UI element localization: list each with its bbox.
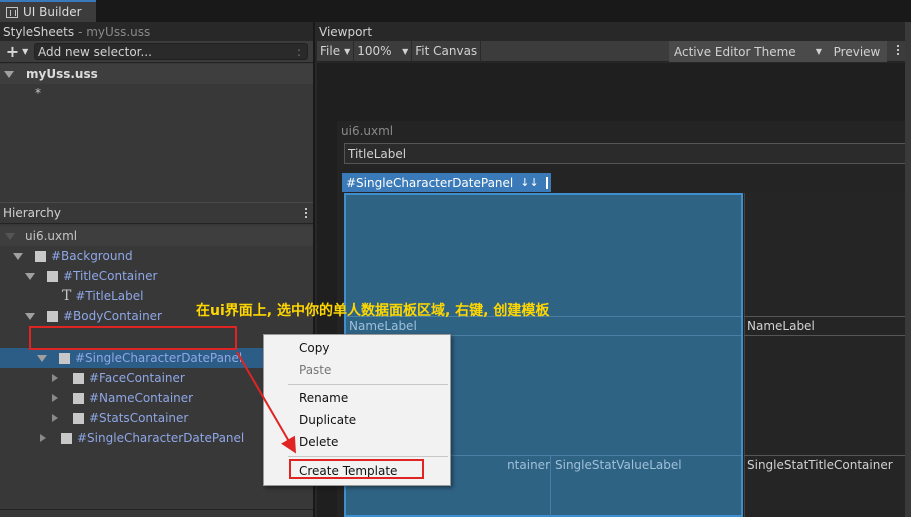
stylesheet-file-name: myUss.uss bbox=[26, 67, 98, 81]
tree-item-label: #BodyContainer bbox=[63, 309, 162, 323]
stat-value-cell[interactable]: SingleStatValueLabel bbox=[552, 456, 741, 517]
tree-item-label: #SingleCharacterDatePanel bbox=[77, 431, 245, 445]
hierarchy-root[interactable]: ui6.uxml bbox=[0, 226, 313, 246]
chevron-down-icon: ▼ bbox=[344, 46, 351, 56]
collapse-arrow-icon[interactable] bbox=[52, 414, 58, 422]
tree-item-label: #TitleLabel bbox=[75, 289, 144, 303]
visual-element-icon bbox=[47, 270, 58, 282]
viewport-header: Viewport bbox=[317, 22, 911, 41]
selected-element-tag[interactable]: #SingleCharacterDatePanel ↓↓ bbox=[342, 173, 551, 192]
text-element-icon: T bbox=[62, 288, 72, 304]
stylesheets-title: StyleSheets bbox=[3, 24, 75, 39]
expand-arrow-icon[interactable] bbox=[25, 312, 35, 320]
chevron-down-icon: ▼ bbox=[22, 47, 29, 56]
menu-item-paste: Paste bbox=[299, 363, 332, 377]
collapse-arrow-icon[interactable] bbox=[52, 394, 58, 402]
file-menu-button[interactable]: File ▼ bbox=[317, 40, 355, 62]
stat-value-label: SingleStatValueLabel bbox=[555, 458, 682, 472]
stat-title-container-cell-2[interactable]: SingleStatTitleContainer bbox=[744, 455, 911, 517]
add-selector-placeholder: Add new selector... bbox=[38, 44, 152, 59]
stat-container-label: ntainer bbox=[507, 458, 550, 472]
name-label-text: NameLabel bbox=[747, 319, 815, 333]
align-icon[interactable] bbox=[545, 176, 548, 189]
menu-item-copy[interactable]: Copy bbox=[299, 341, 329, 355]
zoom-label: 100% bbox=[357, 44, 392, 58]
expand-arrow-icon[interactable] bbox=[4, 70, 14, 78]
editor-tab-bar: UI Builder bbox=[0, 0, 911, 22]
chevron-down-icon: ▼ bbox=[815, 47, 822, 56]
hierarchy-menu-icon[interactable] bbox=[299, 208, 313, 218]
viewport-toolbar: File ▼ 100% ▼ Fit Canvas Active Editor The… bbox=[317, 40, 911, 62]
selected-element-name: #SingleCharacterDatePanel bbox=[346, 175, 514, 190]
add-selector-input[interactable]: Add new selector... : bbox=[34, 43, 308, 60]
menu-separator bbox=[288, 384, 448, 385]
collapse-arrow-icon[interactable] bbox=[40, 434, 46, 442]
stylesheets-toolbar: + ▼ Add new selector... : bbox=[0, 41, 313, 63]
expand-arrow-icon[interactable] bbox=[13, 252, 23, 260]
canvas-title-label[interactable]: TitleLabel bbox=[344, 143, 911, 164]
tree-item-label: #FaceContainer bbox=[89, 371, 185, 385]
tutorial-annotation: 在ui界面上, 选中你的单人数据面板区域, 右键, 创建模板 bbox=[196, 303, 550, 319]
menu-item-delete[interactable]: Delete bbox=[299, 435, 338, 449]
tab-title: UI Builder bbox=[23, 5, 82, 19]
visual-element-icon bbox=[59, 352, 70, 364]
plus-icon: + bbox=[5, 42, 20, 61]
hierarchy-title: Hierarchy bbox=[3, 206, 62, 220]
viewport-title: Viewport bbox=[319, 24, 373, 39]
fit-canvas-button[interactable]: Fit Canvas bbox=[412, 40, 482, 62]
viewport-menu-icon[interactable] bbox=[891, 45, 905, 55]
expand-arrow-icon[interactable] bbox=[37, 354, 47, 362]
highlight-box-tree-item bbox=[29, 326, 237, 350]
selector-item[interactable]: * bbox=[35, 86, 41, 100]
theme-label: Active Editor Theme bbox=[674, 44, 796, 59]
tree-item-label: #TitleContainer bbox=[63, 269, 158, 283]
zoom-dropdown[interactable]: 100% ▼ bbox=[354, 40, 413, 62]
tree-item-label: #SingleCharacterDatePanel bbox=[75, 351, 243, 365]
menu-separator bbox=[288, 456, 448, 457]
title-label-text: TitleLabel bbox=[348, 146, 407, 161]
theme-dropdown[interactable]: Active Editor Theme ▼ bbox=[669, 41, 827, 62]
file-menu-label: File bbox=[320, 44, 341, 58]
stylesheets-subtitle: - myUss.uss bbox=[78, 24, 151, 39]
canvas-name-label-2[interactable]: NameLabel bbox=[744, 316, 911, 336]
preview-button[interactable]: Preview bbox=[827, 41, 887, 62]
selector-colon: : bbox=[296, 44, 301, 59]
stat-title-container-label: SingleStatTitleContainer bbox=[747, 458, 893, 472]
tree-item-titlecontainer[interactable]: #TitleContainer bbox=[25, 266, 313, 286]
visual-element-icon bbox=[73, 412, 84, 424]
library-header bbox=[0, 509, 313, 517]
tree-item-label: #NameContainer bbox=[89, 391, 194, 405]
tree-item-label: #StatsContainer bbox=[89, 411, 189, 425]
inspector-edge bbox=[905, 22, 911, 517]
visual-element-icon bbox=[35, 250, 46, 262]
name-label-text: NameLabel bbox=[349, 319, 417, 333]
visual-element-icon bbox=[73, 392, 84, 404]
menu-item-rename[interactable]: Rename bbox=[299, 391, 348, 405]
menu-item-duplicate[interactable]: Duplicate bbox=[299, 413, 356, 427]
hierarchy-header: Hierarchy bbox=[0, 202, 313, 224]
stylesheet-file-row[interactable]: myUss.uss bbox=[0, 64, 313, 84]
hierarchy-root-label: ui6.uxml bbox=[25, 229, 78, 243]
tree-item-label: #Background bbox=[51, 249, 133, 263]
expand-arrow-icon[interactable] bbox=[25, 272, 35, 280]
visual-element-icon bbox=[61, 432, 72, 444]
add-stylesheet-button[interactable]: + ▼ bbox=[0, 42, 34, 61]
visual-element-icon bbox=[47, 310, 58, 322]
chevron-down-icon: ▼ bbox=[402, 46, 409, 56]
flex-direction-icon[interactable]: ↓↓ bbox=[520, 176, 538, 189]
visual-element-icon bbox=[73, 372, 84, 384]
preview-label: Preview bbox=[833, 44, 881, 59]
fit-canvas-label: Fit Canvas bbox=[415, 44, 478, 58]
document-title: ui6.uxml bbox=[341, 124, 394, 138]
root-expand-icon[interactable] bbox=[5, 232, 15, 240]
ui-builder-tab[interactable]: UI Builder bbox=[0, 0, 96, 22]
highlight-box-create-template bbox=[289, 459, 424, 479]
ui-builder-icon bbox=[6, 6, 18, 18]
stylesheets-header: StyleSheets - myUss.uss bbox=[0, 22, 313, 41]
collapse-arrow-icon[interactable] bbox=[52, 374, 58, 382]
tree-item-background[interactable]: #Background bbox=[13, 246, 313, 266]
